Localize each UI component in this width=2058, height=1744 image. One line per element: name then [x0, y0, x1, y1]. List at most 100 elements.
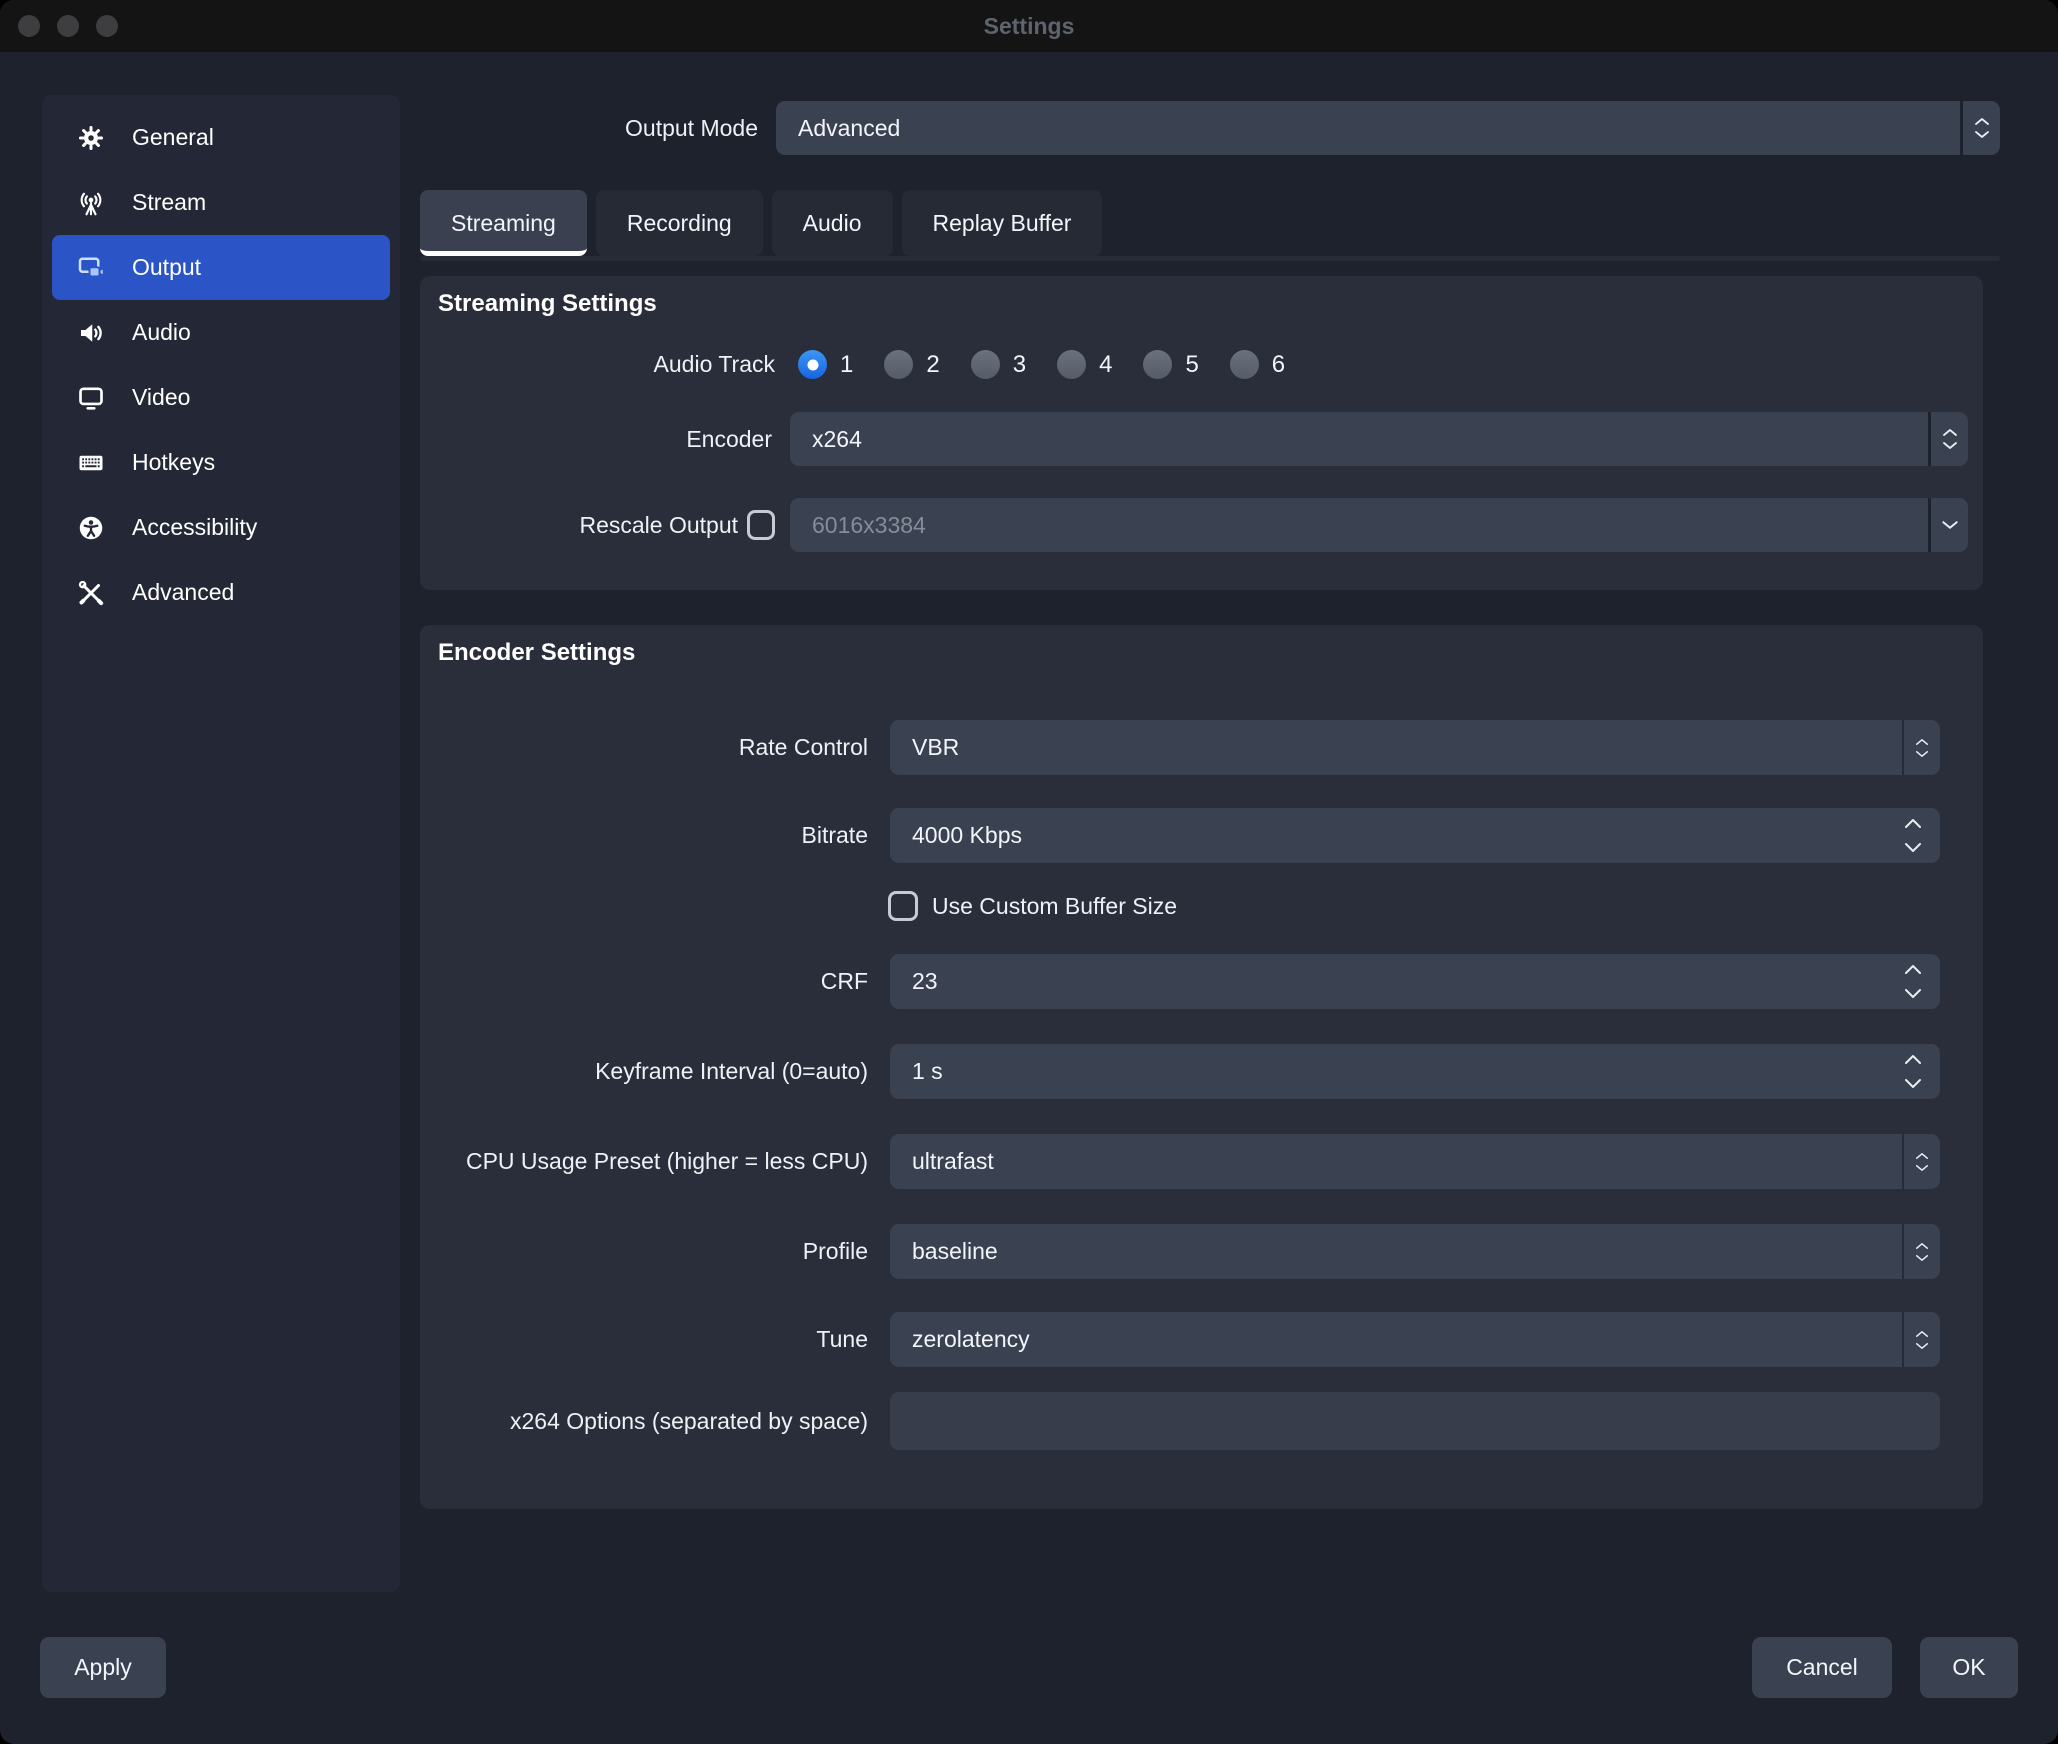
audio-track-option-2[interactable]: 2	[884, 350, 939, 379]
sidebar-item-label: Output	[132, 254, 201, 281]
keyboard-icon	[74, 446, 108, 480]
sidebar-item-advanced[interactable]: Advanced	[52, 560, 390, 625]
encoder-select[interactable]: x264	[790, 412, 1968, 466]
bitrate-spinbox[interactable]: 4000 Kbps	[890, 808, 1940, 863]
bitrate-label: Bitrate	[420, 808, 868, 863]
keyframe-interval-value: 1 s	[890, 1058, 943, 1085]
output-mode-label: Output Mode	[420, 101, 758, 155]
rescale-output-label: Rescale Output	[420, 498, 738, 552]
tabbar-separator	[420, 256, 2000, 261]
chevron-updown-icon	[1960, 101, 2000, 155]
cancel-button[interactable]: Cancel	[1752, 1637, 1892, 1698]
tools-icon	[74, 576, 108, 610]
apply-button[interactable]: Apply	[40, 1637, 166, 1698]
monitor-icon	[74, 381, 108, 415]
streaming-settings-title: Streaming Settings	[438, 290, 657, 318]
sidebar-item-audio[interactable]: Audio	[52, 300, 390, 365]
crf-spinbox[interactable]: 23	[890, 954, 1940, 1009]
sidebar-item-label: Stream	[132, 189, 206, 216]
ok-button[interactable]: OK	[1920, 1637, 2018, 1698]
gear-icon	[74, 121, 108, 155]
keyframe-interval-label: Keyframe Interval (0=auto)	[420, 1044, 868, 1099]
chevron-updown-icon	[1902, 1224, 1940, 1279]
sidebar-item-general[interactable]: General	[52, 105, 390, 170]
streaming-settings-panel: Streaming Settings Audio Track 1 2 3 4 5	[420, 276, 1983, 590]
sidebar-item-label: Audio	[132, 319, 191, 346]
radio-icon	[1143, 350, 1172, 379]
tab-audio[interactable]: Audio	[772, 190, 893, 256]
keyframe-interval-spinbox[interactable]: 1 s	[890, 1044, 1940, 1099]
tab-recording[interactable]: Recording	[596, 190, 763, 256]
rescale-resolution-value: 6016x3384	[790, 512, 926, 539]
crf-label: CRF	[420, 954, 868, 1009]
chevron-updown-icon	[1928, 412, 1968, 466]
audio-track-option-5[interactable]: 5	[1143, 350, 1198, 379]
screen-camera-icon	[74, 251, 108, 285]
spin-up-button[interactable]	[1902, 1053, 1924, 1066]
audio-track-option-3[interactable]: 3	[971, 350, 1026, 379]
spin-up-button[interactable]	[1902, 817, 1924, 830]
cpu-preset-label: CPU Usage Preset (higher = less CPU)	[420, 1134, 868, 1189]
chevron-updown-icon	[1902, 1134, 1940, 1189]
radio-icon	[971, 350, 1000, 379]
encoder-label: Encoder	[420, 412, 772, 466]
sidebar-item-label: Hotkeys	[132, 449, 215, 476]
tab-replay-buffer[interactable]: Replay Buffer	[902, 190, 1103, 256]
x264-options-input[interactable]	[890, 1392, 1940, 1450]
sidebar-item-output[interactable]: Output	[52, 235, 390, 300]
sidebar-item-video[interactable]: Video	[52, 365, 390, 430]
output-mode-value: Advanced	[776, 115, 900, 142]
spin-down-button[interactable]	[1902, 987, 1924, 1000]
titlebar: Settings	[0, 0, 2058, 52]
rescale-resolution-combo[interactable]: 6016x3384	[790, 498, 1968, 552]
spin-up-button[interactable]	[1902, 963, 1924, 976]
profile-value: baseline	[890, 1238, 998, 1265]
crf-value: 23	[890, 968, 938, 995]
audio-track-option-6[interactable]: 6	[1230, 350, 1285, 379]
broadcast-icon	[74, 186, 108, 220]
audio-track-radio-group: 1 2 3 4 5 6	[798, 350, 1285, 379]
speaker-icon	[74, 316, 108, 350]
sidebar-item-accessibility[interactable]: Accessibility	[52, 495, 390, 560]
tune-value: zerolatency	[890, 1326, 1030, 1353]
sidebar-item-label: Accessibility	[132, 514, 257, 541]
encoder-value: x264	[790, 426, 862, 453]
audio-track-option-1[interactable]: 1	[798, 350, 853, 379]
rescale-output-checkbox[interactable]	[747, 510, 775, 540]
x264-options-label: x264 Options (separated by space)	[420, 1392, 868, 1450]
radio-checked-icon	[798, 350, 827, 379]
tune-select[interactable]: zerolatency	[890, 1312, 1940, 1367]
radio-icon	[1057, 350, 1086, 379]
output-mode-select[interactable]: Advanced	[776, 101, 2000, 155]
tune-label: Tune	[420, 1312, 868, 1367]
sidebar-item-hotkeys[interactable]: Hotkeys	[52, 430, 390, 495]
cpu-preset-value: ultrafast	[890, 1148, 994, 1175]
sidebar-item-label: Advanced	[132, 579, 234, 606]
window-title: Settings	[0, 0, 2058, 52]
rate-control-select[interactable]: VBR	[890, 720, 1940, 775]
chevron-updown-icon	[1902, 720, 1940, 775]
spin-down-button[interactable]	[1902, 841, 1924, 854]
chevron-down-icon	[1928, 498, 1968, 552]
settings-sidebar: General Stream	[42, 95, 400, 1592]
audio-track-label: Audio Track	[420, 348, 775, 380]
tab-streaming[interactable]: Streaming	[420, 190, 587, 256]
sidebar-item-stream[interactable]: Stream	[52, 170, 390, 235]
audio-track-option-4[interactable]: 4	[1057, 350, 1112, 379]
radio-icon	[884, 350, 913, 379]
use-custom-buffer-label: Use Custom Buffer Size	[932, 891, 1177, 921]
settings-window: Settings	[0, 0, 2058, 1744]
use-custom-buffer-checkbox[interactable]	[888, 891, 918, 921]
accessibility-icon	[74, 511, 108, 545]
output-tabs: Streaming Recording Audio Replay Buffer	[420, 190, 1102, 256]
encoder-settings-title: Encoder Settings	[438, 639, 635, 667]
rate-control-value: VBR	[890, 734, 959, 761]
cpu-preset-select[interactable]: ultrafast	[890, 1134, 1940, 1189]
spin-down-button[interactable]	[1902, 1077, 1924, 1090]
rate-control-label: Rate Control	[420, 720, 868, 775]
sidebar-item-label: General	[132, 124, 214, 151]
chevron-updown-icon	[1902, 1312, 1940, 1367]
profile-select[interactable]: baseline	[890, 1224, 1940, 1279]
encoder-settings-panel: Encoder Settings Rate Control VBR Bitrat…	[420, 625, 1983, 1509]
radio-icon	[1230, 350, 1259, 379]
